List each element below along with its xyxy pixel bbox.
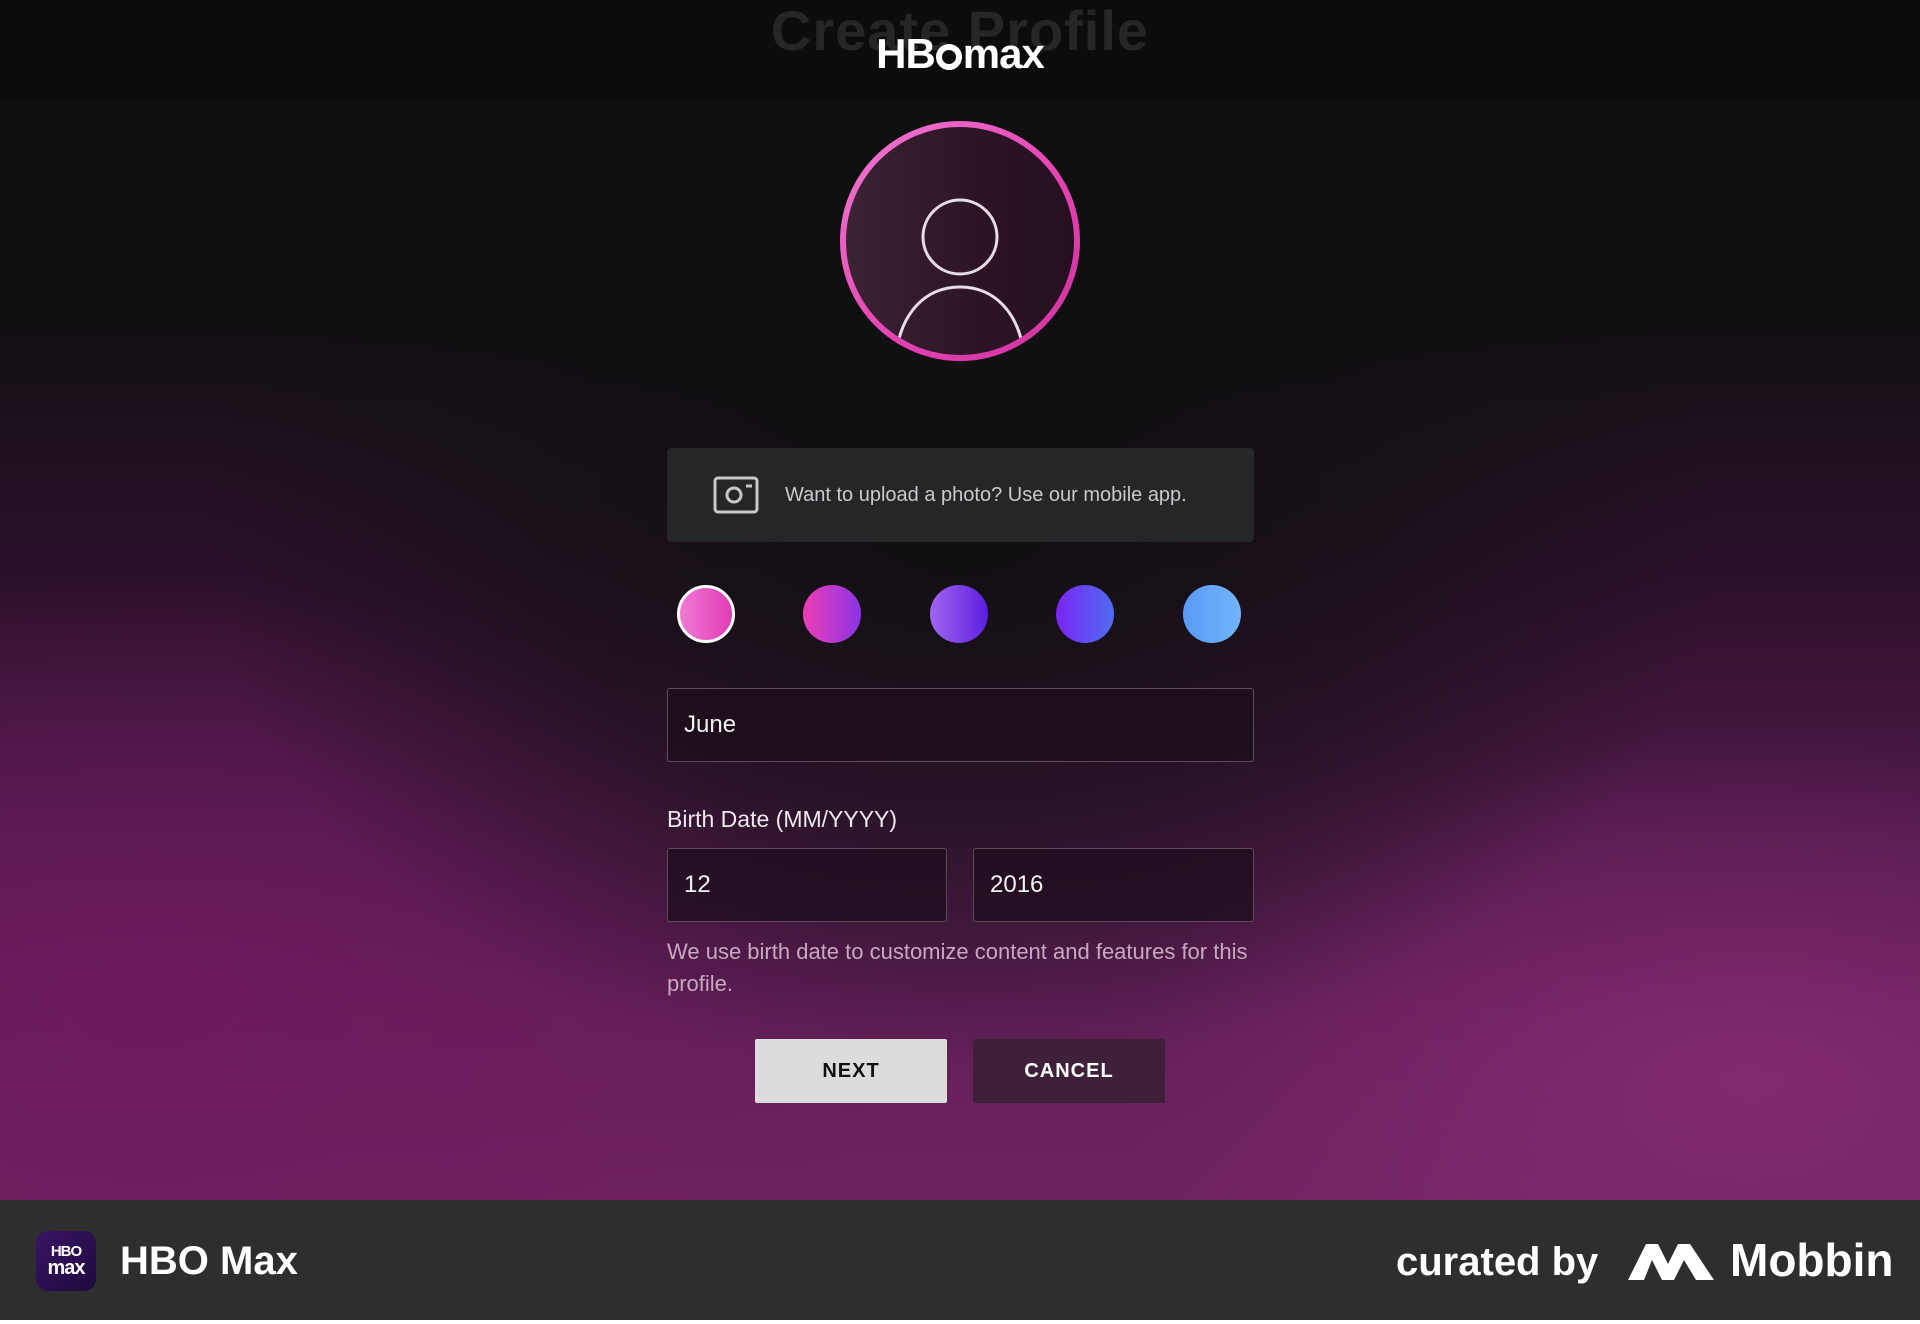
color-swatch-pink[interactable]: [677, 585, 735, 643]
next-button[interactable]: NEXT: [755, 1039, 947, 1103]
upload-notice-text: Want to upload a photo? Use our mobile a…: [785, 484, 1187, 506]
top-bar: Create Profile HB max: [0, 0, 1920, 100]
logo-text-hb: HB: [876, 30, 936, 77]
avatar-background: [846, 127, 1074, 355]
curated-by-label: curated by: [1396, 1240, 1599, 1284]
color-swatch-magenta[interactable]: [803, 585, 861, 643]
color-swatch-violet[interactable]: [1056, 585, 1114, 643]
logo-text-max: max: [962, 30, 1045, 77]
color-swatch-purple[interactable]: [930, 585, 988, 643]
app-icon-line2: max: [47, 1257, 85, 1279]
mobbin-logo-icon: [1628, 1244, 1714, 1280]
app-icon-line1: HBO: [50, 1243, 82, 1260]
color-swatch-blue[interactable]: [1183, 585, 1241, 643]
hbo-max-logo: HB max: [0, 30, 1920, 78]
birth-year-input[interactable]: [973, 848, 1254, 922]
hbo-max-app-icon: HBO max: [36, 1231, 96, 1291]
upload-photo-notice: Want to upload a photo? Use our mobile a…: [667, 448, 1254, 542]
user-silhouette-icon: [894, 198, 1026, 355]
logo-ring: [935, 44, 962, 70]
cancel-button[interactable]: CANCEL: [973, 1039, 1165, 1103]
attribution-footer: HBO max HBO Max curated by Mobbin: [0, 1200, 1920, 1320]
profile-name-input[interactable]: [667, 688, 1254, 762]
profile-avatar[interactable]: [840, 121, 1080, 361]
birth-date-helper-text: We use birth date to customize content a…: [667, 939, 1248, 996]
camera-icon: [713, 476, 759, 514]
birth-date-label: Birth Date (MM/YYYY): [667, 806, 898, 832]
mobbin-brand: Mobbin: [1730, 1234, 1894, 1286]
create-profile-screen: Create Profile HB max Want to upload a ph…: [0, 0, 1920, 1200]
birth-month-input[interactable]: [667, 848, 947, 922]
app-name: HBO Max: [120, 1239, 298, 1283]
